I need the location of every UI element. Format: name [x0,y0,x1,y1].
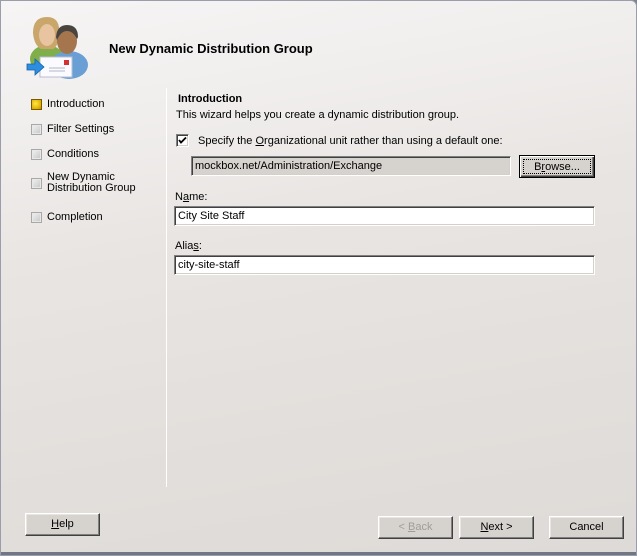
wizard-window: New Dynamic Distribution Group Introduct… [0,0,637,556]
wizard-header: New Dynamic Distribution Group [1,1,636,87]
step-filter-settings: Filter Settings [31,122,161,147]
step-pending-icon [31,212,42,223]
step-label: Introduction [47,98,105,110]
checkmark-icon [178,136,187,144]
step-completion: Completion [31,210,161,235]
ou-checkbox[interactable] [176,134,189,147]
browse-button[interactable]: Browse... [519,155,595,178]
step-pending-icon [31,149,42,160]
step-label: Completion [47,211,103,223]
step-conditions: Conditions [31,147,161,172]
step-new-dynamic-distribution-group: New Dynamic Distribution Group [31,172,161,210]
users-mail-icon [25,13,91,79]
name-input[interactable] [174,206,595,226]
nav-divider [166,88,167,487]
step-label: Conditions [47,148,99,160]
ou-checkbox-row[interactable]: Specify the Organizational unit rather t… [176,134,503,147]
step-pending-icon [31,178,42,189]
step-label: New Dynamic Distribution Group [47,172,136,194]
alias-label: Alias: [175,240,202,252]
step-pending-icon [31,124,42,135]
alias-input[interactable] [174,255,595,275]
name-label: Name: [175,191,208,203]
ou-path-field[interactable] [191,156,511,176]
step-active-icon [31,99,42,110]
help-button[interactable]: Help [25,513,100,536]
step-label: Filter Settings [47,123,115,135]
ou-checkbox-label: Specify the Organizational unit rather t… [198,134,503,147]
page-description: This wizard helps you create a dynamic d… [176,109,460,121]
back-button[interactable]: < Back [378,516,453,539]
browse-button-label: Browse... [523,159,591,174]
next-button[interactable]: Next > [459,516,534,539]
step-introduction: Introduction [31,97,161,122]
wizard-steps: Introduction Filter Settings Conditions … [31,97,161,235]
step-label-line2: Distribution Group [47,182,136,194]
cancel-button[interactable]: Cancel [549,516,624,539]
wizard-title: New Dynamic Distribution Group [109,41,313,56]
page-title: Introduction [178,93,243,105]
